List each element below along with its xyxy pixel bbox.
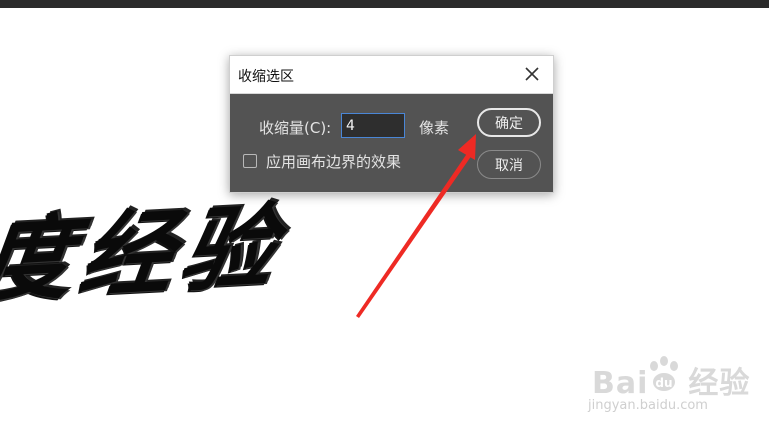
cancel-button[interactable]: 取消 <box>477 150 541 179</box>
dialog-body: 收缩量(C): 像素 应用画布边界的效果 确定 取消 <box>230 94 553 194</box>
apply-canvas-bounds-checkbox[interactable] <box>243 154 257 168</box>
unit-label: 像素 <box>419 119 450 137</box>
contract-selection-dialog: 收缩选区 收缩量(C): 像素 应用画布边界的效果 确定 取消 <box>229 55 554 193</box>
baidu-jingyan-watermark: Bai 经验 du jingyan.baidu.com <box>588 352 749 427</box>
dialog-title: 收缩选区 <box>238 69 294 85</box>
calligraphy-text: 度经验 <box>0 192 289 316</box>
paw-icon: du <box>646 354 682 398</box>
contract-amount-label: 收缩量(C): <box>259 119 332 137</box>
apply-canvas-bounds-label[interactable]: 应用画布边界的效果 <box>266 151 401 172</box>
ok-button[interactable]: 确定 <box>477 108 541 137</box>
svg-text:du: du <box>655 376 672 390</box>
contract-amount-input[interactable] <box>341 113 405 138</box>
watermark-domain: jingyan.baidu.com <box>588 398 708 413</box>
dialog-titlebar[interactable]: 收缩选区 <box>230 56 553 94</box>
close-icon[interactable] <box>523 65 541 83</box>
app-top-bar <box>0 0 769 8</box>
